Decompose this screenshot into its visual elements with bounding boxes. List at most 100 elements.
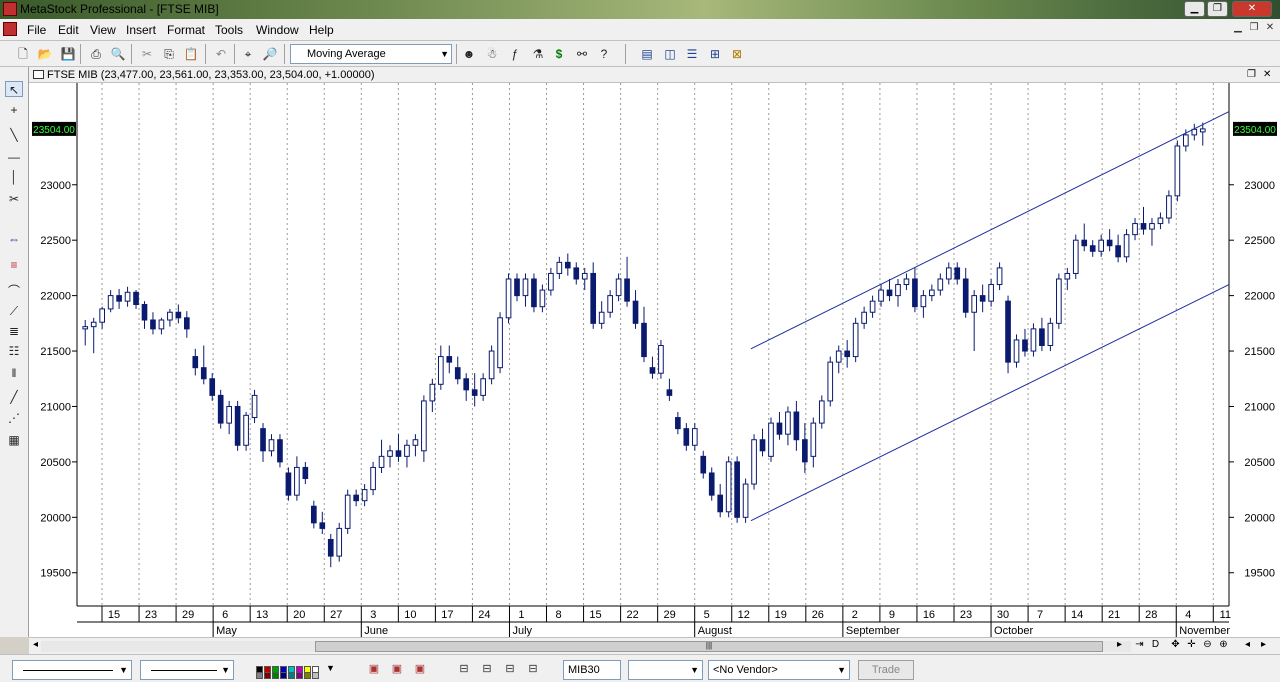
arc-tool-icon[interactable]: ⌒ [5, 283, 23, 299]
chart-restore-icon[interactable]: ❐ [1247, 69, 1256, 80]
trade-button[interactable]: Trade [858, 660, 914, 680]
candle-body [99, 308, 105, 323]
close-button[interactable]: ✕ [1232, 1, 1272, 17]
document-icon[interactable] [3, 22, 17, 36]
trendline-tool-icon[interactable]: ╲ [5, 127, 23, 143]
expert-advisor-icon[interactable]: ☻ [460, 45, 478, 63]
next-icon[interactable]: ▸ [1257, 639, 1270, 650]
menu-edit[interactable]: Edit [58, 23, 79, 37]
scissors-tool-icon[interactable]: ✂ [5, 191, 23, 207]
candle-body [141, 303, 148, 321]
month-tick-label: July [512, 625, 532, 637]
tile-vertical-icon[interactable]: ◫ [661, 45, 679, 63]
help-pointer-icon[interactable]: ? [595, 45, 613, 63]
chart-style-icon-2[interactable]: ▣ [389, 661, 405, 677]
system-tester-icon[interactable]: ⚗ [529, 45, 547, 63]
zoom-icon[interactable]: 🔎 [261, 45, 279, 63]
cascade-icon[interactable]: ▤ [638, 45, 656, 63]
candle-body [835, 350, 842, 363]
menu-format[interactable]: Format [167, 23, 205, 37]
window-layout-icon-4[interactable]: ⊟ [525, 661, 541, 677]
mdi-minimize-icon[interactable]: ▁ [1230, 22, 1246, 36]
fibonacci-tool-icon[interactable]: ≡ [5, 257, 23, 273]
save-icon[interactable]: 💾 [59, 45, 77, 63]
mdi-restore-icon[interactable]: ❐ [1246, 22, 1262, 36]
binoculars-icon[interactable]: ⚯ [573, 45, 591, 63]
gann-fan-tool-icon[interactable]: ⋰ [5, 410, 23, 426]
scroll-right-icon[interactable]: ▸ [1113, 639, 1126, 650]
zoom-in-icon[interactable]: ⊕ [1217, 639, 1230, 650]
scroll-end-icon[interactable]: ⇥ [1133, 639, 1146, 650]
menu-window[interactable]: Window [256, 23, 299, 37]
line-weight-select[interactable]: ▼ [140, 660, 234, 680]
vendor-select[interactable]: <No Vendor> ▼ [708, 660, 850, 680]
pointer-tool-icon[interactable]: ↖ [5, 81, 23, 97]
last-price-label-right: 23504.00 [1234, 125, 1276, 136]
symbol-field[interactable]: MIB30 [563, 660, 621, 680]
projection-tool-icon[interactable]: ≣ [5, 323, 23, 339]
candle-body [1098, 239, 1105, 252]
candle-body [759, 439, 766, 452]
crosshair-icon[interactable]: ⌖ [239, 45, 257, 63]
vertical-line-tool-icon[interactable]: │ [5, 169, 23, 185]
minimize-button[interactable]: ▁ [1184, 1, 1205, 17]
price-chart[interactable]: 15 23 29 6 13 20 27 3 10 17 24 1 8 15 22 29 5 12 19 26 2 9 16 2… [29, 83, 1280, 637]
mdi-close-icon[interactable]: ✕ [1262, 22, 1278, 36]
day-tick-label: 14 [1071, 609, 1083, 621]
chart-style-icon-3[interactable]: ▣ [412, 661, 428, 677]
fan-tool-icon[interactable]: ⟋ [5, 303, 23, 319]
chart-style-icon-1[interactable]: ▣ [366, 661, 382, 677]
copy-icon[interactable]: ⎘ [160, 45, 178, 63]
menu-insert[interactable]: Insert [126, 23, 156, 37]
candle-body [412, 439, 419, 446]
print-icon[interactable]: ⎙ [87, 45, 105, 63]
window-layout-icon-2[interactable]: ⊟ [479, 661, 495, 677]
y-tick-label-right: 22500 [1244, 235, 1275, 247]
menu-view[interactable]: View [90, 23, 116, 37]
tile-horizontal-icon[interactable]: ☰ [683, 45, 701, 63]
horizontal-line-tool-icon[interactable]: — [5, 149, 23, 165]
candle-body [598, 311, 605, 324]
menu-tools[interactable]: Tools [215, 23, 243, 37]
day-tick-label: 28 [1145, 609, 1157, 621]
day-tick-label: 17 [441, 609, 453, 621]
candle-body [548, 272, 554, 291]
window-layout-icon-1[interactable]: ⊟ [456, 661, 472, 677]
menu-file[interactable]: File [27, 23, 46, 37]
print-preview-icon[interactable]: 🔍 [109, 45, 127, 63]
daily-icon[interactable]: D [1149, 639, 1162, 650]
chart-close-icon[interactable]: ✕ [1263, 69, 1271, 80]
grid-tool-icon[interactable]: ▦ [5, 432, 23, 448]
paste-icon[interactable]: 📋 [182, 45, 200, 63]
horizontal-scrollbar[interactable]: ◂ ||| ▸ ⇥ D ✥ ✛ ⊖ ⊕ ◂ ▸ [29, 637, 1280, 654]
y-tick-label-left: 20500 [40, 457, 71, 469]
candle-body [437, 356, 444, 385]
open-icon[interactable]: 📂 [36, 45, 54, 63]
scroll-tool-icon[interactable]: ⇔ [5, 231, 23, 247]
menu-help[interactable]: Help [309, 23, 334, 37]
formula-icon[interactable]: ƒ [506, 45, 524, 63]
tile-grid-icon[interactable]: ⊞ [706, 45, 724, 63]
month-tick-label: June [364, 625, 388, 637]
line-tool-icon[interactable]: ╱ [5, 389, 23, 405]
prev-icon[interactable]: ◂ [1241, 639, 1254, 650]
scroll-thumb[interactable]: ||| [315, 641, 1103, 652]
zoom-move-icon[interactable]: ✥ [1169, 639, 1182, 650]
arrange-icon[interactable]: ⊠ [728, 45, 746, 63]
indicator-select[interactable]: Moving Average ▼ [290, 44, 452, 64]
cycle-lines-tool-icon[interactable]: ‖ [5, 365, 23, 381]
window-layout-icon-3[interactable]: ⊟ [502, 661, 518, 677]
dollar-icon[interactable]: $ [550, 45, 568, 63]
cut-icon[interactable]: ✂ [138, 45, 156, 63]
undo-icon[interactable]: ↶ [212, 45, 230, 63]
zoom-out-icon[interactable]: ⊖ [1201, 639, 1214, 650]
retracement-tool-icon[interactable]: ☷ [5, 343, 23, 359]
new-icon[interactable]: 🗋 [14, 45, 32, 63]
explorer-icon[interactable]: ☃ [483, 45, 501, 63]
crosshair-tool-icon[interactable]: + [5, 102, 23, 118]
color-palette[interactable]: ▼ [254, 660, 338, 680]
pan-icon[interactable]: ✛ [1185, 639, 1198, 650]
period-select[interactable]: ▼ [628, 660, 703, 680]
maximize-button[interactable]: ❐ [1207, 1, 1228, 17]
line-style-select[interactable]: ▼ [12, 660, 132, 680]
